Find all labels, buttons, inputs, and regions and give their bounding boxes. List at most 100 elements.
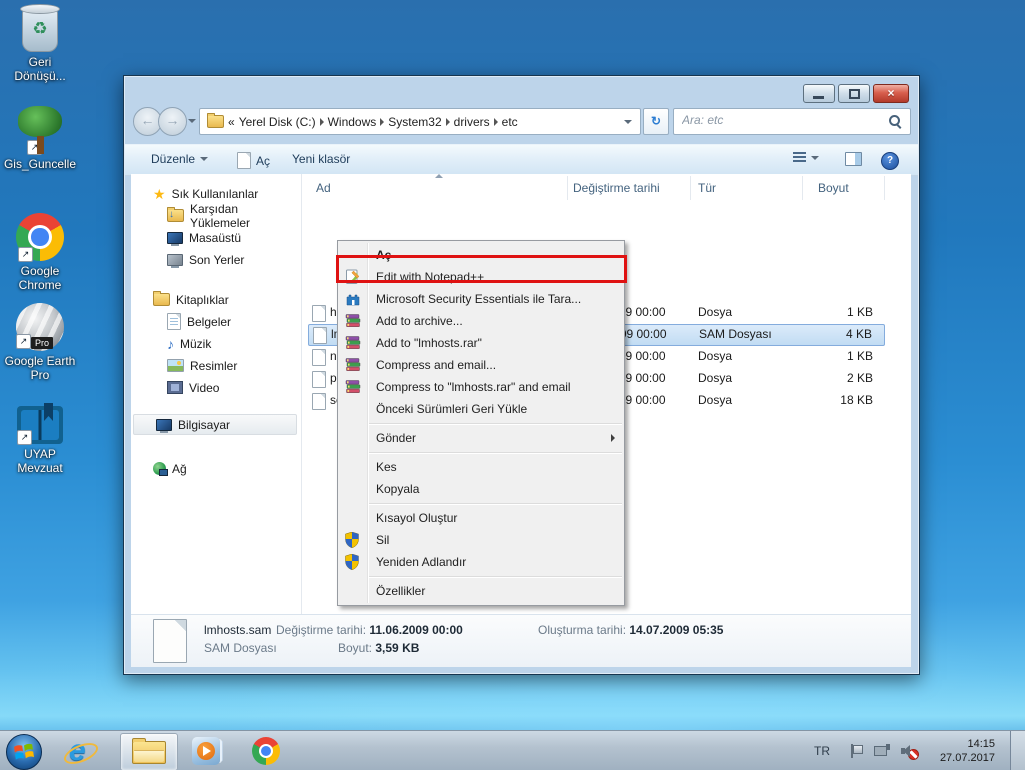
libraries-icon	[153, 291, 170, 306]
menu-item-compress-to-rar-and-email[interactable]: Compress to "lmhosts.rar" and email	[338, 376, 624, 398]
start-button[interactable]	[6, 734, 42, 770]
show-desktop-button[interactable]	[1010, 731, 1025, 770]
downloads-folder-icon: ↓	[167, 207, 184, 222]
breadcrumb-segment[interactable]: Windows	[328, 115, 377, 129]
sidebar-item-computer[interactable]: Bilgisayar	[133, 414, 297, 435]
taskbar-chrome-button[interactable]	[252, 737, 280, 765]
refresh-button[interactable]: ↻	[643, 108, 669, 135]
taskbar-ie-button[interactable]: e	[64, 734, 96, 768]
search-icon[interactable]	[889, 115, 900, 126]
desktop-icon-label: Google Earth Pro	[4, 354, 76, 382]
sidebar-item-video[interactable]: Video	[131, 377, 299, 398]
menu-item-restore-previous-versions[interactable]: Önceki Sürümleri Geri Yükle	[338, 398, 624, 420]
breadcrumb-separator-icon[interactable]	[493, 117, 498, 126]
sidebar-item-recent-places[interactable]: Son Yerler	[131, 249, 299, 270]
menu-item-cut[interactable]: Kes	[338, 456, 624, 478]
desktop-icon-label: Geri Dönüşü...	[14, 55, 66, 83]
menu-item-properties[interactable]: Özellikler	[338, 580, 624, 602]
nav-history-dropdown-icon[interactable]	[188, 119, 196, 123]
breadcrumb: « Yerel Disk (C:) Windows System32 drive…	[200, 113, 523, 129]
file-icon	[312, 305, 326, 322]
taskbar-clock[interactable]: 14:15 27.07.2017	[925, 737, 995, 765]
network-icon	[153, 462, 168, 476]
command-bar: Düzenle Aç Yeni klasör ?	[125, 144, 918, 176]
file-icon	[312, 393, 326, 410]
menu-item-add-to-archive[interactable]: Add to archive...	[338, 310, 624, 332]
sidebar-item-pictures[interactable]: Resimler	[131, 355, 299, 376]
desktop-icon-label: Google Chrome	[18, 264, 62, 292]
sidebar-item-documents[interactable]: Belgeler	[131, 311, 299, 332]
address-bar[interactable]: « Yerel Disk (C:) Windows System32 drive…	[199, 108, 641, 135]
pictures-icon	[167, 359, 184, 372]
forward-button[interactable]: →	[158, 107, 187, 136]
details-created: Oluşturma tarihi: 14.07.2009 05:35	[538, 623, 723, 637]
desktop-icon-recycle-bin[interactable]: ♻ Geri Dönüşü...	[0, 4, 80, 83]
search-input[interactable]	[680, 112, 879, 128]
sidebar-item-network[interactable]: Ağ	[131, 458, 299, 479]
breadcrumb-separator-icon[interactable]	[445, 117, 450, 126]
new-folder-button[interactable]: Yeni klasör	[292, 152, 350, 166]
address-dropdown-icon[interactable]	[624, 120, 632, 124]
breadcrumb-segment[interactable]: System32	[388, 115, 441, 129]
caption-buttons: ×	[803, 84, 909, 103]
language-indicator[interactable]: TR	[814, 744, 830, 770]
details-size: Boyut: 3,59 KB	[338, 641, 419, 655]
computer-icon	[156, 418, 172, 433]
taskbar: e TR 14:15 27.07.2017	[0, 730, 1025, 770]
bookmark-icon	[44, 403, 53, 421]
sidebar-item-desktop[interactable]: Masaüstü	[131, 227, 299, 248]
column-header-type[interactable]: Tür	[691, 176, 803, 200]
menu-item-copy[interactable]: Kopyala	[338, 478, 624, 500]
column-header-size[interactable]: Boyut	[803, 176, 885, 200]
desktop-icon-google-earth[interactable]: ↗ Pro Google Earth Pro	[0, 303, 80, 382]
menu-item-add-to-rar[interactable]: Add to "lmhosts.rar"	[338, 332, 624, 354]
breadcrumb-separator-icon[interactable]	[319, 117, 324, 126]
menu-item-scan-with-mse[interactable]: Microsoft Security Essentials ile Tara..…	[338, 288, 624, 310]
breadcrumb-segment[interactable]: etc	[502, 115, 518, 129]
details-modified: Değiştirme tarihi: 11.06.2009 00:00	[276, 623, 463, 637]
sidebar-item-label: Masaüstü	[189, 230, 242, 245]
navigation-pane: ★ Sık Kullanılanlar ↓ Karşıdan Yüklemele…	[131, 174, 302, 614]
network-tray-icon[interactable]	[874, 744, 890, 770]
column-header-name[interactable]: Ad	[308, 176, 568, 200]
desktop-icon-google-chrome[interactable]: ↗ Google Chrome	[0, 213, 80, 292]
breadcrumb-separator-icon[interactable]	[380, 117, 385, 126]
file-type: Dosya	[698, 393, 733, 407]
breadcrumb-segment[interactable]: Yerel Disk (C:)	[239, 115, 316, 129]
desktop: ♻ Geri Dönüşü... ↗ Gis_Guncelle ↗ Google…	[0, 0, 1025, 770]
open-button[interactable]: Aç	[237, 152, 270, 169]
file-size: 2 KB	[846, 371, 873, 385]
organize-button[interactable]: Düzenle	[151, 152, 209, 166]
menu-item-create-shortcut[interactable]: Kısayol Oluştur	[338, 507, 624, 529]
taskbar-wmp-button[interactable]	[192, 737, 220, 765]
desktop-icon-uyap-mevzuat[interactable]: ↗ UYAP Mevzuat	[0, 403, 80, 475]
desktop-icon-gis-guncelle[interactable]: ↗ Gis_Guncelle	[0, 106, 80, 171]
search-box[interactable]	[673, 108, 911, 135]
maximize-button[interactable]	[838, 84, 870, 103]
action-center-icon[interactable]	[850, 744, 863, 770]
desktop-icon	[167, 231, 183, 246]
uac-shield-icon	[345, 553, 361, 571]
sidebar-item-label: Bilgisayar	[178, 417, 231, 432]
taskbar-explorer-button-active[interactable]	[120, 733, 178, 770]
sidebar-item-downloads[interactable]: ↓ Karşıdan Yüklemeler	[131, 202, 299, 230]
column-header-modified[interactable]: Değiştirme tarihi	[568, 176, 691, 200]
details-filename: lmhosts.sam	[204, 623, 272, 637]
menu-item-rename[interactable]: Yeniden Adlandır	[338, 551, 624, 573]
sidebar-item-libraries[interactable]: Kitaplıklar	[131, 289, 299, 310]
volume-muted-icon[interactable]	[901, 744, 919, 770]
menu-item-compress-and-email[interactable]: Compress and email...	[338, 354, 624, 376]
menu-item-send-to[interactable]: Gönder	[338, 427, 624, 449]
breadcrumb-overflow-chevron[interactable]: «	[228, 115, 235, 129]
details-size-label: Boyut:	[338, 641, 373, 655]
views-button[interactable]	[793, 152, 819, 163]
close-button[interactable]: ×	[873, 84, 909, 103]
file-icon	[313, 327, 327, 344]
menu-item-delete[interactable]: Sil	[338, 529, 624, 551]
sidebar-item-music[interactable]: ♪ Müzik	[131, 333, 299, 354]
help-button[interactable]: ?	[881, 152, 899, 170]
minimize-button[interactable]	[803, 84, 835, 103]
preview-pane-button[interactable]	[845, 152, 862, 166]
details-size-value: 3,59 KB	[375, 641, 420, 655]
breadcrumb-segment[interactable]: drivers	[454, 115, 490, 129]
